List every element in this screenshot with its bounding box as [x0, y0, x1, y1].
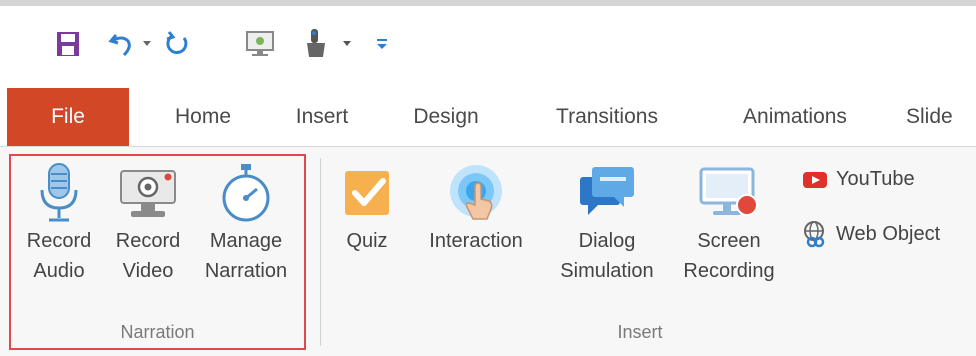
screen-record-icon	[696, 160, 762, 226]
dialog-simulation-label-1: Dialog	[578, 230, 636, 252]
quick-access-toolbar	[0, 6, 976, 88]
tab-slide[interactable]: Slide	[906, 88, 976, 146]
record-audio-label-1: Record	[26, 230, 92, 252]
microphone-icon	[26, 160, 92, 226]
record-audio-label-2: Audio	[33, 260, 85, 282]
tab-file[interactable]: File	[7, 88, 129, 146]
youtube-button[interactable]: YouTube	[802, 168, 915, 191]
youtube-label: YouTube	[836, 168, 915, 190]
touch-dropdown-icon[interactable]	[340, 22, 354, 66]
web-object-button[interactable]: Web Object	[802, 220, 940, 248]
record-audio-button[interactable]: Record Audio	[14, 160, 104, 286]
record-video-label-1: Record	[115, 230, 181, 252]
quiz-checkbox-icon	[334, 160, 400, 226]
tab-insert[interactable]: Insert	[280, 88, 364, 146]
narration-group-label: Narration	[120, 322, 195, 342]
dialog-simulation-button[interactable]: Dialog Simulation	[546, 160, 668, 286]
ribbon-tab-bar: File Home Insert Design Transitions Anim…	[0, 88, 976, 146]
manage-narration-label-2: Narration	[204, 260, 288, 282]
manage-narration-button[interactable]: Manage Narration	[192, 160, 300, 286]
group-separator	[320, 158, 321, 346]
youtube-icon	[802, 170, 828, 190]
record-video-label-2: Video	[122, 260, 174, 282]
quiz-button[interactable]: Quiz	[328, 160, 406, 256]
record-video-button[interactable]: Record Video	[104, 160, 192, 286]
dialog-bubble-icon	[574, 160, 640, 226]
customize-toolbar-icon[interactable]	[372, 22, 392, 66]
save-icon[interactable]	[52, 22, 84, 66]
tab-design[interactable]: Design	[396, 88, 496, 146]
screen-recording-label-1: Screen	[697, 230, 761, 252]
web-object-label: Web Object	[836, 222, 941, 245]
insert-group-label: Insert	[617, 322, 663, 342]
webcam-icon	[115, 160, 181, 226]
globe-link-icon	[802, 220, 828, 248]
interaction-button[interactable]: Interaction	[412, 160, 540, 256]
touch-interaction-icon	[443, 160, 509, 226]
undo-dropdown-icon[interactable]	[140, 22, 154, 66]
interaction-label: Interaction	[429, 230, 523, 252]
quiz-label: Quiz	[346, 230, 388, 252]
tab-home[interactable]: Home	[150, 88, 256, 146]
tab-transitions[interactable]: Transitions	[536, 88, 678, 146]
tab-animations[interactable]: Animations	[722, 88, 868, 146]
screen-capture-icon[interactable]	[242, 22, 278, 66]
dialog-simulation-label-2: Simulation	[560, 260, 654, 282]
undo-icon[interactable]	[106, 22, 140, 66]
screen-recording-label-2: Recording	[683, 260, 775, 282]
redo-icon[interactable]	[160, 22, 194, 66]
touch-pointer-icon[interactable]	[298, 22, 334, 66]
screen-recording-button[interactable]: Screen Recording	[670, 160, 788, 286]
manage-narration-label-1: Manage	[209, 230, 283, 252]
stopwatch-icon	[213, 160, 279, 226]
